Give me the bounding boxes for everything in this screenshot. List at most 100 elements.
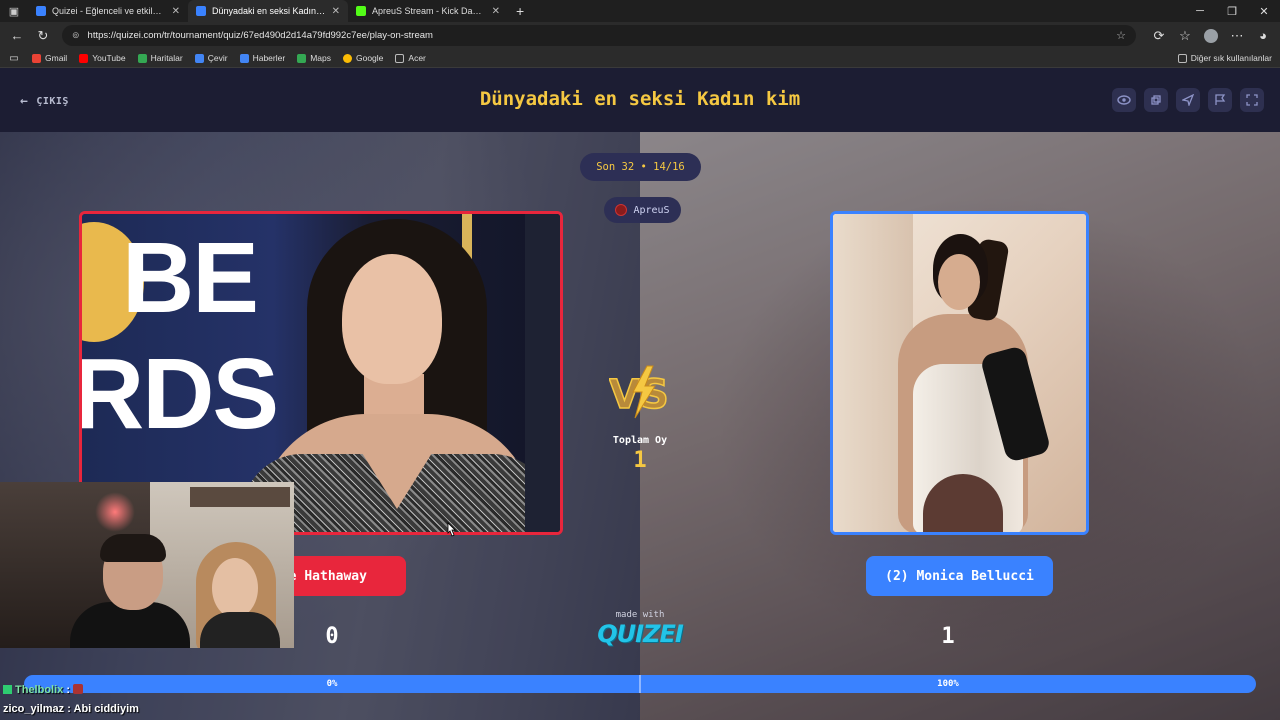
bookmark-haritalar[interactable]: Haritalar [137, 53, 183, 63]
webcam-red-light [95, 492, 135, 532]
chat-username: zico_yilmaz [3, 703, 65, 715]
webcam-shelf [190, 487, 290, 507]
bookmark-youtube[interactable]: YouTube [79, 53, 126, 63]
avatar [615, 204, 628, 216]
address-bar: ← ↻ ⊚ https://quizei.com/tr/tournament/q… [0, 22, 1280, 49]
site-info-icon[interactable]: ⊚ [72, 30, 80, 41]
vs-lightning-icon: VS [609, 365, 670, 419]
url-field[interactable]: ⊚ https://quizei.com/tr/tournament/quiz/… [62, 25, 1136, 46]
bookmark-cevir[interactable]: Çevir [194, 53, 228, 63]
portrait-neckline [347, 429, 447, 509]
tab-actions-icon[interactable]: ▣ [0, 0, 28, 22]
more-icon[interactable]: ⋯ [1226, 25, 1248, 47]
vote-right-button[interactable]: (2) Monica Bellucci [866, 556, 1053, 596]
bookmark-label: Haberler [252, 53, 286, 63]
kick-favicon-icon [356, 6, 366, 16]
flag-icon[interactable] [1208, 88, 1232, 112]
chat-separator: : [64, 703, 74, 715]
bookmark-label: YouTube [92, 53, 126, 63]
tab-title: ApreuS Stream - Kick Dashboard [372, 6, 486, 16]
sidebar-toggle-icon[interactable]: ▭ [8, 47, 20, 69]
total-votes-label: Toplam Oy [612, 435, 668, 446]
contestant-right-card[interactable] [830, 211, 1089, 535]
news-icon [239, 53, 249, 63]
minimize-icon[interactable]: ─ [1184, 5, 1216, 18]
tab-title: Quizei - Eğlenceli ve etkileşimli q [52, 6, 166, 16]
bookmark-label: Gmail [45, 53, 68, 63]
bookmark-haberler[interactable]: Haberler [239, 53, 286, 63]
bookmark-label: Haritalar [150, 53, 183, 63]
portrait-face [938, 254, 980, 310]
favorites-icon[interactable]: ☆ [1174, 25, 1196, 47]
bookmark-label: Çevir [207, 53, 228, 63]
share-icon[interactable] [1144, 88, 1168, 112]
favorite-star-icon[interactable]: ☆ [1116, 29, 1126, 42]
total-votes-value: 1 [633, 448, 647, 473]
emote-icon [73, 684, 84, 694]
reload-icon[interactable]: ↻ [32, 25, 54, 47]
google-icon [342, 53, 352, 63]
bookmark-google[interactable]: Google [342, 53, 384, 63]
bookmark-acer[interactable]: Acer [395, 53, 426, 63]
right-score: 1 [941, 624, 955, 649]
send-icon[interactable] [1176, 88, 1200, 112]
portrait-face [342, 254, 442, 384]
quiz-tools [1112, 88, 1264, 112]
tab-quiz-active[interactable]: Dünyadaki en seksi Kadın kim - T ✕ [188, 0, 348, 22]
copilot-icon[interactable]: ◕ [1252, 25, 1274, 47]
quizei-favicon-icon [36, 6, 46, 16]
new-tab-icon[interactable]: + [508, 3, 532, 19]
avatar [1204, 28, 1218, 43]
tab-quizei[interactable]: Quizei - Eğlenceli ve etkileşimli q ✕ [28, 0, 188, 22]
chat-text: Abi ciddiyim [73, 703, 139, 715]
bookmark-gmail[interactable]: Gmail [32, 53, 67, 63]
maps-pin-icon [297, 53, 307, 63]
bookmark-label: Google [355, 53, 384, 63]
page-title: Dünyadaki en seksi Kadın kim [479, 88, 801, 110]
close-icon[interactable]: ✕ [332, 6, 340, 17]
bookmark-label: Maps [310, 53, 331, 63]
bookmark-maps[interactable]: Maps [297, 53, 331, 63]
made-with-label: made with [615, 610, 665, 620]
extensions-icon[interactable]: ⟳ [1148, 25, 1170, 47]
tab-bar: ▣ Quizei - Eğlenceli ve etkileşimli q ✕ … [0, 0, 1280, 22]
backdrop-letters-top: BE [122, 222, 259, 334]
tab-title: Dünyadaki en seksi Kadın kim - T [212, 6, 326, 16]
tab-kick-dashboard[interactable]: ApreuS Stream - Kick Dashboard ✕ [348, 0, 508, 22]
quizei-favicon-icon [196, 6, 206, 16]
webcam-person-two-face [212, 558, 258, 618]
gmail-icon [32, 53, 41, 63]
fullscreen-icon[interactable] [1240, 88, 1264, 112]
right-percent: 100% [937, 679, 959, 689]
webcam-person-one-hair [100, 534, 166, 562]
youtube-icon [79, 53, 89, 63]
back-icon[interactable]: ← [6, 25, 28, 47]
chat-message: zico_yilmaz : Abi ciddiyim [0, 700, 420, 719]
bookmark-label: Diğer sık kullanılanlar [1190, 53, 1272, 63]
backdrop-edge [525, 214, 560, 532]
webcam-person-two-body [200, 612, 280, 648]
folder-icon [395, 53, 405, 63]
eye-icon[interactable] [1112, 88, 1136, 112]
left-score: 0 [325, 624, 339, 649]
bookmark-label: Acer [408, 53, 426, 63]
profile-icon[interactable] [1200, 25, 1222, 47]
stream-chat-overlay: Thelbolix : zico_yilmaz : Abi ciddiyim [0, 681, 420, 719]
close-icon[interactable]: ✕ [172, 6, 180, 17]
other-favorites[interactable]: Diğer sık kullanılanlar [1177, 53, 1272, 63]
url-text: https://quizei.com/tr/tournament/quiz/67… [87, 30, 433, 41]
close-icon[interactable]: ✕ [492, 6, 500, 17]
window-controls: ─ ❐ ✕ [1184, 5, 1280, 18]
chat-separator: : [63, 684, 74, 696]
chat-message: Thelbolix : [0, 681, 420, 700]
streamer-name: ApreuS [633, 204, 670, 216]
backdrop-letters-bottom: RDS [79, 338, 279, 450]
close-window-icon[interactable]: ✕ [1248, 5, 1280, 18]
maximize-icon[interactable]: ❐ [1216, 5, 1248, 18]
browser-toolbar: ⟳ ☆ ⋯ ◕ [1148, 25, 1274, 47]
chat-username: Thelbolix [15, 684, 64, 696]
mouse-cursor-icon [447, 522, 456, 537]
quizei-logo[interactable]: QUIZEI [590, 620, 690, 648]
bookmarks-bar: ▭ Gmail YouTube Haritalar Çevir Haberler… [0, 49, 1280, 68]
maps-pin-icon [137, 53, 147, 63]
